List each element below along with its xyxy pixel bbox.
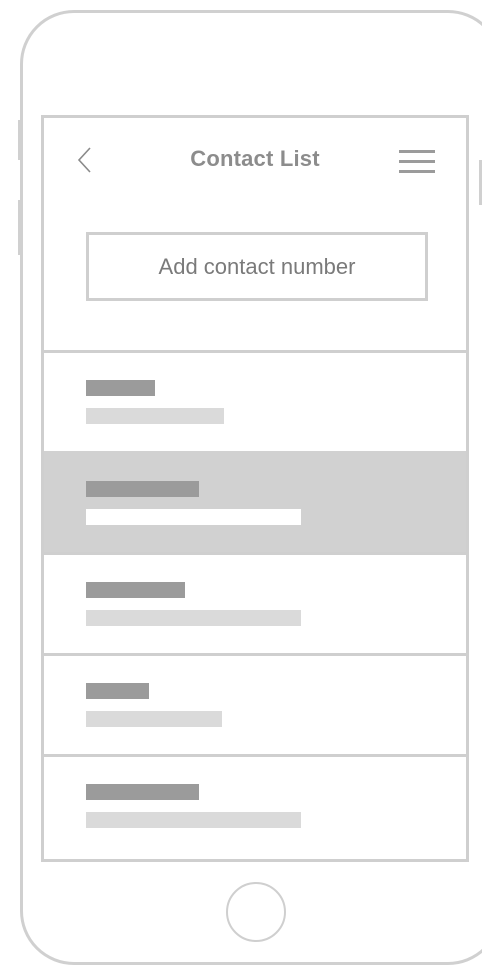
- app-screen: Contact List Add contact number: [41, 115, 469, 862]
- contact-number-placeholder: [86, 812, 301, 828]
- contact-number-placeholder: [86, 509, 301, 525]
- contact-name-placeholder: [86, 582, 185, 598]
- contact-list: [44, 350, 466, 855]
- contact-number-placeholder: [86, 408, 224, 424]
- home-button[interactable]: [226, 882, 286, 942]
- contact-row[interactable]: [44, 653, 466, 754]
- navigation-bar: Contact List: [44, 118, 466, 202]
- contact-name-placeholder: [86, 481, 199, 497]
- volume-button-top: [18, 120, 21, 160]
- contact-row[interactable]: [44, 552, 466, 653]
- contact-name-placeholder: [86, 784, 199, 800]
- contact-name-placeholder: [86, 683, 149, 699]
- contact-row[interactable]: [44, 754, 466, 855]
- hamburger-menu-icon-line-3: [399, 170, 435, 173]
- menu-button[interactable]: [396, 148, 438, 176]
- volume-button-bottom: [18, 200, 21, 255]
- contact-number-placeholder: [86, 711, 222, 727]
- contact-name-placeholder: [86, 380, 155, 396]
- hamburger-menu-icon-line-2: [399, 160, 435, 163]
- contact-row[interactable]: [44, 350, 466, 451]
- contact-number-placeholder: [86, 610, 301, 626]
- add-contact-button[interactable]: Add contact number: [86, 232, 428, 301]
- hamburger-menu-icon: [399, 150, 435, 153]
- contact-row-selected[interactable]: [44, 451, 466, 552]
